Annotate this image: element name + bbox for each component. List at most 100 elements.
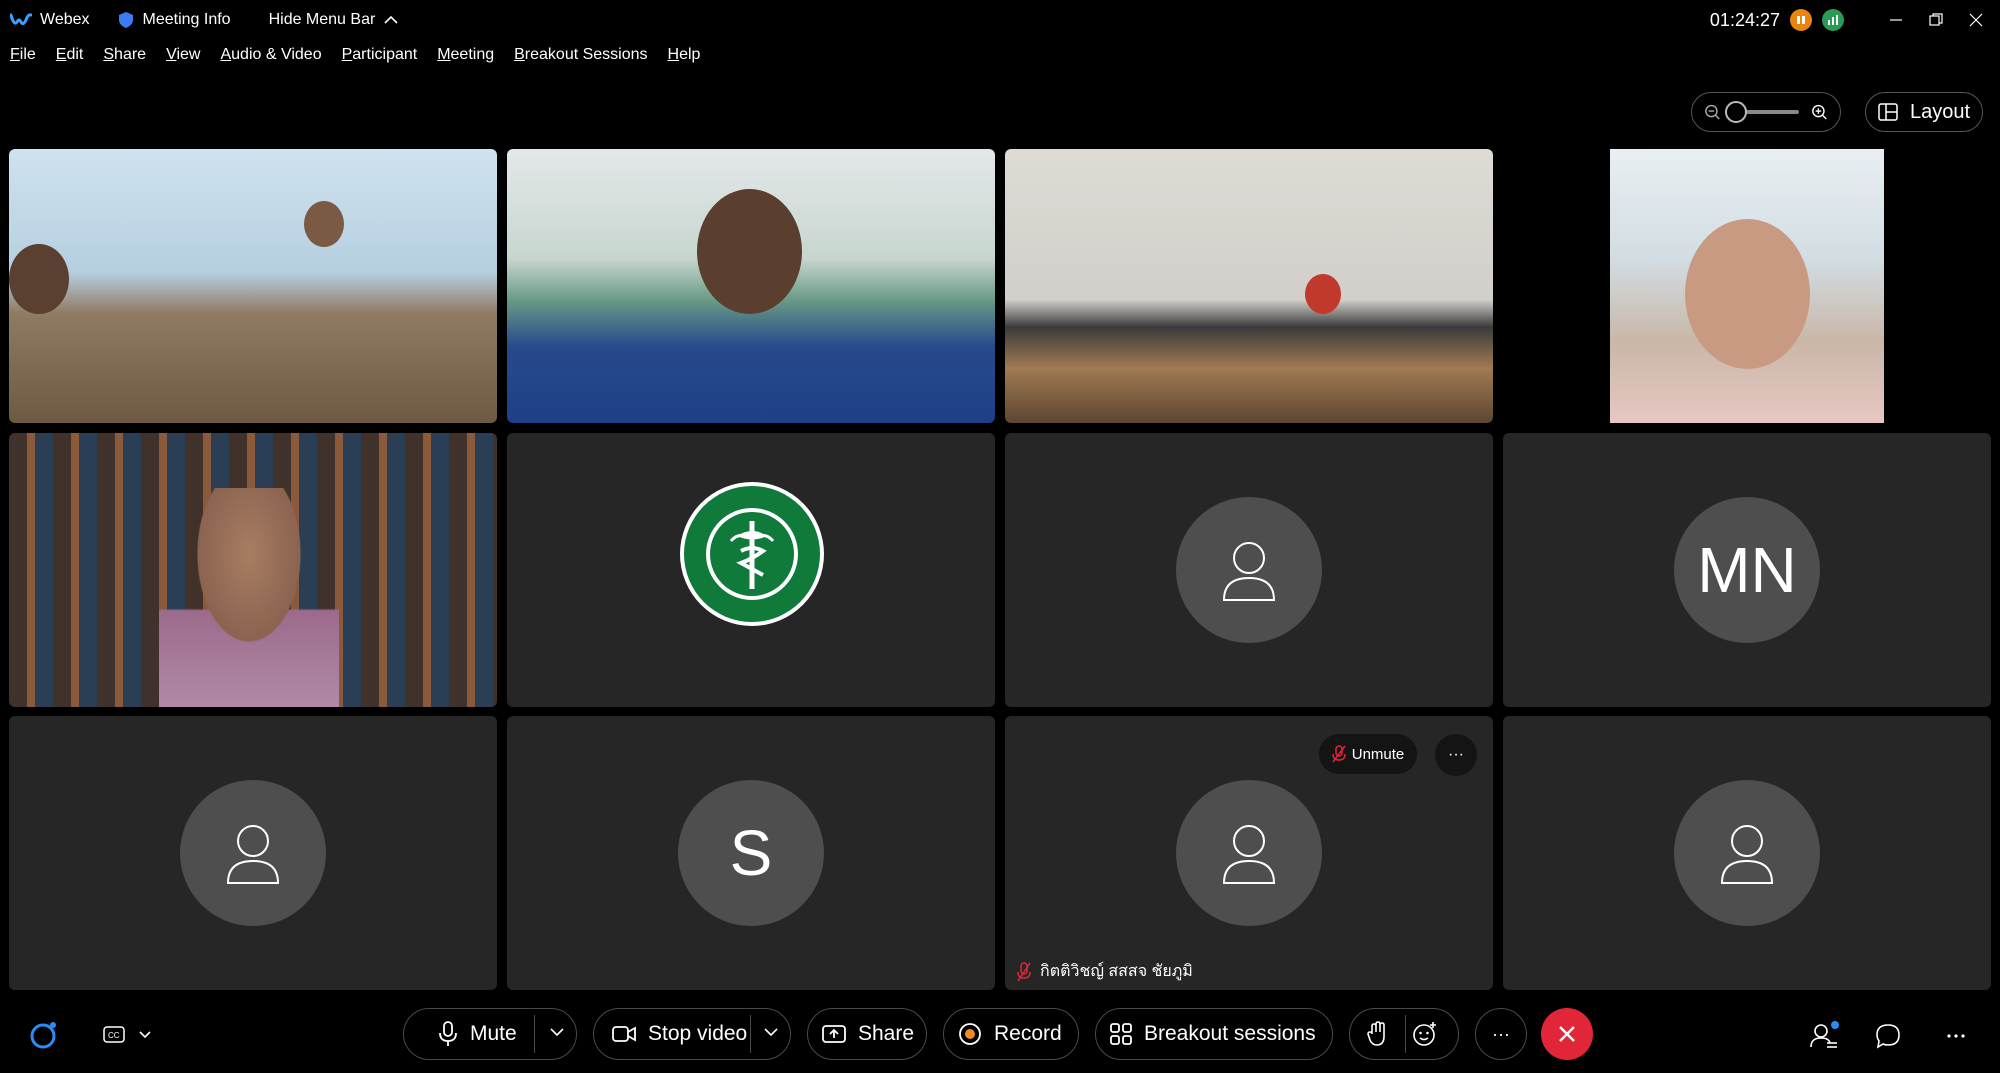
participants-icon[interactable] xyxy=(1806,1018,1842,1054)
avatar: MN xyxy=(1674,497,1820,643)
chat-icon[interactable] xyxy=(1872,1020,1904,1052)
mute-label: Mute xyxy=(470,1022,517,1045)
share-label: Share xyxy=(858,1022,915,1045)
zoom-slider-handle[interactable] xyxy=(1724,101,1747,123)
reactions-group xyxy=(1349,1008,1459,1060)
svg-text:CC: CC xyxy=(108,1031,120,1040)
meeting-clock: 01:24:27 xyxy=(1709,9,1780,30)
record-icon xyxy=(959,1023,981,1045)
participant-name: กิตติวิชญ์ สสสจ ชัยภูมิ xyxy=(1040,963,1193,980)
divider xyxy=(534,1015,535,1053)
minimize-icon[interactable] xyxy=(1876,0,1916,40)
layout-button[interactable]: Layout xyxy=(1865,92,1983,132)
chevron-down-icon[interactable] xyxy=(764,1027,778,1037)
avatar xyxy=(1176,780,1322,926)
camera-icon xyxy=(612,1026,636,1042)
record-label: Record xyxy=(994,1022,1062,1045)
divider xyxy=(750,1015,751,1053)
muted-mic-icon xyxy=(1017,961,1031,981)
menu-participant[interactable]: Participant xyxy=(342,46,418,64)
tile-more-button[interactable]: ··· xyxy=(1435,734,1477,776)
layout-grid-icon xyxy=(1878,103,1898,121)
stop-video-control[interactable]: Stop video xyxy=(593,1008,791,1060)
avatar: S xyxy=(678,780,824,926)
avatar xyxy=(1674,780,1820,926)
muted-mic-icon xyxy=(1331,745,1346,763)
chevron-down-icon[interactable] xyxy=(550,1027,564,1037)
participant-tile-no-video[interactable] xyxy=(9,716,497,990)
pause-icon[interactable] xyxy=(1790,9,1812,31)
hide-menu-bar-button[interactable]: Hide Menu Bar xyxy=(269,11,400,29)
video-person xyxy=(159,488,339,707)
meeting-info-button[interactable]: Meeting Info xyxy=(118,11,231,29)
avatar xyxy=(180,780,326,926)
meeting-info-label: Meeting Info xyxy=(142,11,231,28)
participant-tile-logo[interactable] xyxy=(507,433,995,707)
zoom-out-icon[interactable] xyxy=(1704,103,1721,121)
share-icon xyxy=(822,1025,846,1043)
zoom-slider[interactable] xyxy=(1724,101,1800,123)
title-bar: Webex Meeting Info Hide Menu Bar 01:24:2… xyxy=(0,0,2000,40)
person-placeholder-icon xyxy=(1720,825,1774,884)
video-person xyxy=(1305,274,1341,314)
participant-video-conference-room[interactable] xyxy=(1005,149,1493,423)
breakout-icon xyxy=(1110,1023,1132,1045)
participant-video-blue-shirt[interactable] xyxy=(507,149,995,423)
unmute-button[interactable]: Unmute xyxy=(1319,734,1417,774)
avatar xyxy=(1176,497,1322,643)
menu-share[interactable]: Share xyxy=(103,46,146,64)
restore-icon[interactable] xyxy=(1916,0,1956,40)
menu-meeting[interactable]: Meeting xyxy=(437,46,494,64)
close-icon[interactable] xyxy=(1956,0,1996,40)
webex-assistant-icon[interactable] xyxy=(26,1020,62,1050)
layout-label: Layout xyxy=(1909,100,1971,123)
video-person xyxy=(304,201,344,247)
menu-view[interactable]: View xyxy=(166,46,200,64)
participant-video-bookshelf[interactable] xyxy=(9,433,497,707)
chevron-up-icon xyxy=(384,15,398,24)
tile-more-label: ··· xyxy=(1448,746,1464,763)
video-person xyxy=(1685,219,1810,369)
leave-meeting-button[interactable] xyxy=(1541,1008,1593,1060)
person-placeholder-icon xyxy=(1222,542,1276,601)
participant-tile-s[interactable]: S xyxy=(507,716,995,990)
raise-hand-icon[interactable] xyxy=(1366,1021,1388,1047)
webex-logo-icon xyxy=(10,13,32,26)
more-icon[interactable] xyxy=(1940,1020,1972,1052)
reactions-icon[interactable] xyxy=(1412,1021,1438,1047)
more-options-label: ··· xyxy=(1492,1023,1510,1044)
mute-control[interactable]: Mute xyxy=(403,1008,577,1060)
video-zoom-control xyxy=(1691,92,1841,132)
leave-icon xyxy=(1559,1026,1575,1042)
more-options-button[interactable]: ··· xyxy=(1475,1008,1527,1060)
video-frame xyxy=(1610,149,1884,423)
hide-menu-bar-label: Hide Menu Bar xyxy=(268,11,376,28)
stats-icon[interactable] xyxy=(1822,9,1844,31)
ministry-seal-icon xyxy=(680,482,824,626)
breakout-label: Breakout sessions xyxy=(1144,1022,1316,1045)
participant-tile-mn[interactable]: MN xyxy=(1503,433,1991,707)
participant-tile-no-video[interactable] xyxy=(1005,433,1493,707)
menu-bar: File Edit Share View Audio & Video Parti… xyxy=(10,46,720,64)
captions-icon[interactable]: CC xyxy=(100,1022,156,1048)
share-button[interactable]: Share xyxy=(807,1008,927,1060)
participant-video-woman[interactable] xyxy=(1503,149,1991,423)
participant-tile-self[interactable] xyxy=(1005,716,1493,990)
participant-tile-no-video[interactable] xyxy=(1503,716,1991,990)
menu-help[interactable]: Help xyxy=(668,46,701,64)
person-placeholder-icon xyxy=(226,825,280,884)
video-person xyxy=(697,189,802,314)
menu-edit[interactable]: Edit xyxy=(56,46,84,64)
menu-file[interactable]: File xyxy=(10,46,36,64)
breakout-sessions-button[interactable]: Breakout sessions xyxy=(1095,1008,1333,1060)
menu-audio-video[interactable]: Audio & Video xyxy=(220,46,321,64)
record-button[interactable]: Record xyxy=(943,1008,1079,1060)
divider xyxy=(1405,1015,1406,1053)
stop-video-label: Stop video xyxy=(648,1022,748,1045)
video-person xyxy=(9,244,69,314)
participant-video-office[interactable] xyxy=(9,149,497,423)
zoom-in-icon[interactable] xyxy=(1811,103,1828,121)
menu-breakout-sessions[interactable]: Breakout Sessions xyxy=(514,46,647,64)
person-placeholder-icon xyxy=(1222,825,1276,884)
shield-icon xyxy=(118,12,133,28)
